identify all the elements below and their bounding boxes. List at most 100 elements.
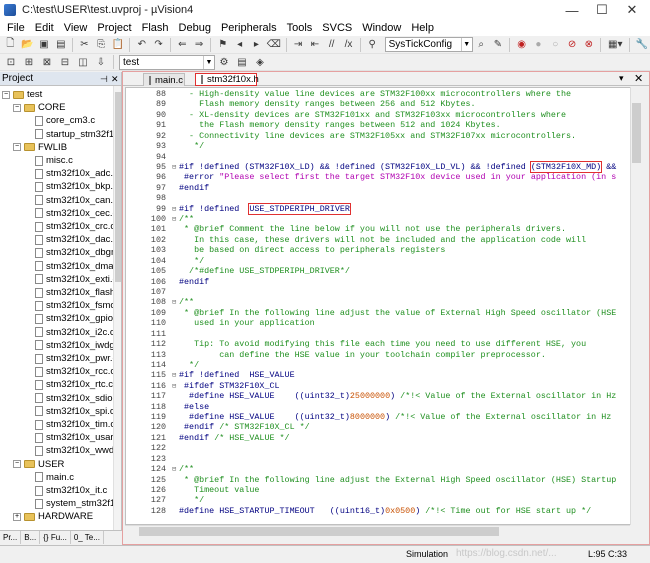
tree-file-item[interactable]: stm32f10x_i2c.c bbox=[24, 326, 114, 339]
expand-toggle-icon[interactable]: − bbox=[13, 143, 21, 152]
editor-horizontal-scrollbar[interactable] bbox=[125, 525, 630, 537]
save-icon[interactable]: ▣ bbox=[38, 38, 51, 52]
find-in-files-icon[interactable]: ⌕ bbox=[475, 38, 488, 52]
bookmark-icon[interactable]: ⚑ bbox=[216, 38, 229, 52]
redo-icon[interactable]: ↷ bbox=[152, 38, 165, 52]
tree-file-item[interactable]: stm32f10x_bkp. bbox=[24, 180, 113, 193]
pin-icon[interactable]: ⊣ bbox=[100, 72, 108, 86]
project-bottom-tab[interactable]: B... bbox=[21, 531, 41, 544]
tree-file-item[interactable]: stm32f10x_usart bbox=[24, 431, 114, 444]
menu-window[interactable]: Window bbox=[357, 20, 406, 36]
tree-file-item[interactable]: stm32f10x_crc.c bbox=[24, 220, 114, 233]
new-file-icon[interactable]: 🗋 bbox=[4, 38, 17, 52]
menu-file[interactable]: File bbox=[2, 20, 30, 36]
expand-toggle-icon[interactable]: − bbox=[13, 103, 21, 112]
tree-file-item[interactable]: main.c bbox=[24, 471, 74, 484]
tree-file-item[interactable]: stm32f10x_wwdg bbox=[24, 444, 114, 457]
tree-file-item[interactable]: misc.c bbox=[24, 154, 73, 167]
tree-file-item[interactable]: stm32f10x_fsmc bbox=[24, 299, 114, 312]
configure-icon[interactable]: 🔧 bbox=[635, 38, 648, 52]
menu-debug[interactable]: Debug bbox=[174, 20, 216, 36]
minimize-icon[interactable]: — bbox=[557, 0, 587, 20]
tree-file-item[interactable]: core_cm3.c bbox=[24, 114, 95, 127]
tree-file-item[interactable]: stm32f10x_tim.c bbox=[24, 418, 114, 431]
tree-file-item[interactable]: stm32f10x_flash bbox=[24, 286, 114, 299]
batch-build-icon[interactable]: ⊟ bbox=[58, 55, 72, 69]
comment-icon[interactable]: // bbox=[325, 38, 338, 52]
menu-view[interactable]: View bbox=[59, 20, 93, 36]
file-extensions-icon[interactable]: ▤ bbox=[235, 55, 249, 69]
tree-file-item[interactable]: stm32f10x_rtc.c bbox=[24, 378, 113, 391]
editor-hscroll-thumb[interactable] bbox=[139, 527, 499, 536]
tree-file-item[interactable]: system_stm32f1 bbox=[24, 497, 114, 510]
find-icon[interactable]: ⚲ bbox=[366, 38, 379, 52]
expand-toggle-icon[interactable]: − bbox=[2, 90, 10, 99]
breakpoint-disable-icon[interactable]: ○ bbox=[549, 38, 562, 52]
menu-svcs[interactable]: SVCS bbox=[317, 20, 357, 36]
tree-file-item[interactable]: stm32f10x_adc.c bbox=[24, 167, 114, 180]
project-bottom-tab[interactable]: 0_ Te... bbox=[71, 531, 104, 544]
target-combo[interactable]: test ▼ bbox=[119, 54, 215, 70]
tree-folder-item[interactable]: − CORE bbox=[13, 101, 65, 114]
menu-project[interactable]: Project bbox=[92, 20, 136, 36]
project-bottom-tab[interactable]: {} Fu... bbox=[40, 531, 71, 544]
breakpoint-icon[interactable]: ● bbox=[532, 38, 545, 52]
chevron-down-icon[interactable]: ▼ bbox=[460, 38, 472, 51]
menu-help[interactable]: Help bbox=[406, 20, 439, 36]
breakpoint-kill-icon[interactable]: ⊗ bbox=[582, 38, 595, 52]
nav-forward-icon[interactable]: ⇒ bbox=[193, 38, 206, 52]
window-layout-icon[interactable]: ▦▾ bbox=[606, 38, 624, 52]
tree-file-item[interactable]: stm32f10x_dac.c bbox=[24, 233, 114, 246]
tree-file-item[interactable]: stm32f10x_cec.c bbox=[24, 207, 114, 220]
target-options-icon[interactable]: ⚙ bbox=[217, 55, 231, 69]
tab-close-icon[interactable]: ✕ bbox=[634, 72, 643, 85]
editor-vscroll-thumb[interactable] bbox=[632, 103, 641, 163]
manage-components-icon[interactable]: ◈ bbox=[253, 55, 267, 69]
debug-start-icon[interactable]: ◉ bbox=[515, 38, 528, 52]
rebuild-icon[interactable]: ⊠ bbox=[40, 55, 54, 69]
tree-file-item[interactable]: startup_stm32f1 bbox=[24, 128, 114, 141]
tab-stm32f10x-h[interactable]: stm32f10x.h bbox=[195, 73, 259, 86]
menu-peripherals[interactable]: Peripherals bbox=[216, 20, 282, 36]
menu-flash[interactable]: Flash bbox=[137, 20, 174, 36]
maximize-icon[interactable]: ☐ bbox=[587, 0, 617, 20]
chevron-down-icon[interactable]: ▼ bbox=[203, 55, 214, 69]
project-scroll-thumb[interactable] bbox=[115, 92, 121, 282]
expand-toggle-icon[interactable]: + bbox=[13, 512, 21, 521]
tree-file-item[interactable]: stm32f10x_exti.c bbox=[24, 273, 114, 286]
project-scrollbar[interactable] bbox=[113, 86, 121, 530]
indent-icon[interactable]: ⇥ bbox=[292, 38, 305, 52]
bookmark-prev-icon[interactable]: ◂ bbox=[233, 38, 246, 52]
project-bottom-tab[interactable]: Pr... bbox=[0, 531, 22, 544]
breakpoint-clear-icon[interactable]: ⊘ bbox=[566, 38, 579, 52]
code-editor[interactable]: 88 - High-density value line devices are… bbox=[125, 87, 630, 525]
incremental-find-icon[interactable]: ✎ bbox=[492, 38, 505, 52]
menu-tools[interactable]: Tools bbox=[282, 20, 318, 36]
translate-icon[interactable]: ⊡ bbox=[4, 55, 18, 69]
tree-file-item[interactable]: stm32f10x_pwr.c bbox=[24, 352, 114, 365]
tree-file-item[interactable]: stm32f10x_iwdg bbox=[24, 339, 114, 352]
tree-file-item[interactable]: stm32f10x_dbgm bbox=[24, 246, 114, 259]
tree-folder-item[interactable]: − USER bbox=[13, 458, 64, 471]
tree-file-item[interactable]: stm32f10x_gpio bbox=[24, 312, 113, 325]
menu-edit[interactable]: Edit bbox=[30, 20, 59, 36]
tab-scroll-icon[interactable]: ▾ bbox=[619, 73, 624, 84]
tree-file-item[interactable]: stm32f10x_can.c bbox=[24, 194, 114, 207]
paste-icon[interactable]: 📋 bbox=[112, 38, 125, 52]
tree-folder-item[interactable]: − FWLIB bbox=[13, 141, 67, 154]
tree-file-item[interactable]: stm32f10x_dma. bbox=[24, 260, 114, 273]
tab-main-c[interactable]: main.c bbox=[143, 73, 185, 86]
tree-file-item[interactable]: stm32f10x_spi.c bbox=[24, 405, 114, 418]
stop-build-icon[interactable]: ◫ bbox=[76, 55, 90, 69]
close-icon[interactable]: ✕ bbox=[617, 0, 647, 20]
nav-back-icon[interactable]: ⇐ bbox=[176, 38, 189, 52]
cut-icon[interactable]: ✂ bbox=[78, 38, 91, 52]
tree-file-item[interactable]: stm32f10x_sdio. bbox=[24, 392, 114, 405]
tree-file-item[interactable]: stm32f10x_rcc.c bbox=[24, 365, 114, 378]
editor-vertical-scrollbar[interactable] bbox=[630, 87, 641, 525]
copy-icon[interactable]: ⎘ bbox=[95, 38, 108, 52]
bookmark-next-icon[interactable]: ▸ bbox=[250, 38, 263, 52]
open-file-icon[interactable]: 📂 bbox=[21, 38, 34, 52]
tree-file-item[interactable]: stm32f10x_it.c bbox=[24, 484, 107, 497]
undo-icon[interactable]: ↶ bbox=[135, 38, 148, 52]
